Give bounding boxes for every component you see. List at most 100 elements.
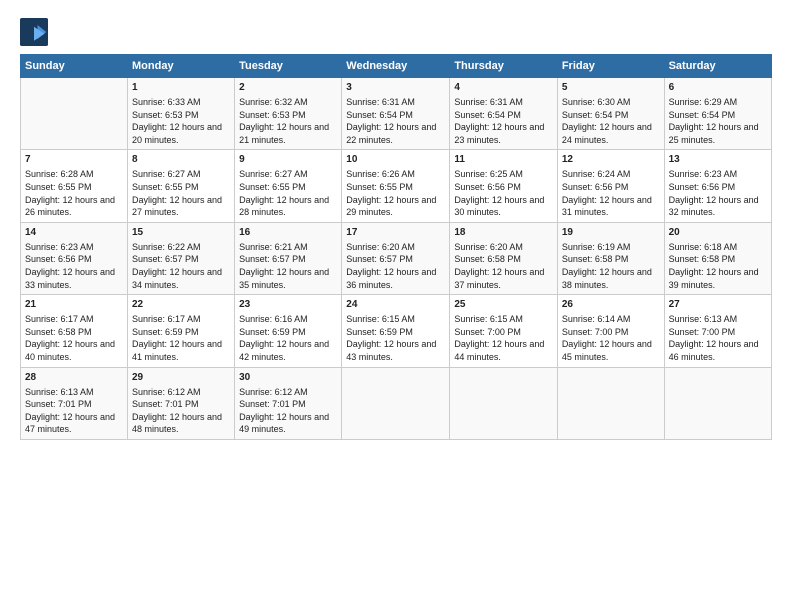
day-number: 29 xyxy=(132,371,230,385)
day-number: 30 xyxy=(239,371,337,385)
calendar-cell: 24Sunrise: 6:15 AMSunset: 6:59 PMDayligh… xyxy=(342,295,450,367)
sunset-text: Sunset: 7:01 PM xyxy=(25,399,92,409)
sunrise-text: Sunrise: 6:21 AM xyxy=(239,242,308,252)
daylight-text: Daylight: 12 hours and 42 minutes. xyxy=(239,339,329,362)
daylight-text: Daylight: 12 hours and 32 minutes. xyxy=(669,195,759,218)
day-number: 12 xyxy=(562,153,660,167)
sunset-text: Sunset: 6:57 PM xyxy=(346,254,413,264)
calendar-cell: 4Sunrise: 6:31 AMSunset: 6:54 PMDaylight… xyxy=(450,78,557,150)
daylight-text: Daylight: 12 hours and 21 minutes. xyxy=(239,122,329,145)
daylight-text: Daylight: 12 hours and 34 minutes. xyxy=(132,267,222,290)
day-number: 16 xyxy=(239,226,337,240)
sunrise-text: Sunrise: 6:20 AM xyxy=(454,242,523,252)
day-number: 25 xyxy=(454,298,552,312)
sunset-text: Sunset: 6:53 PM xyxy=(239,110,306,120)
daylight-text: Daylight: 12 hours and 23 minutes. xyxy=(454,122,544,145)
sunrise-text: Sunrise: 6:19 AM xyxy=(562,242,631,252)
sunrise-text: Sunrise: 6:12 AM xyxy=(239,387,308,397)
calendar-cell xyxy=(664,367,771,439)
calendar-cell: 9Sunrise: 6:27 AMSunset: 6:55 PMDaylight… xyxy=(235,150,342,222)
sunrise-text: Sunrise: 6:23 AM xyxy=(25,242,94,252)
daylight-text: Daylight: 12 hours and 40 minutes. xyxy=(25,339,115,362)
calendar-cell: 7Sunrise: 6:28 AMSunset: 6:55 PMDaylight… xyxy=(21,150,128,222)
day-number: 27 xyxy=(669,298,767,312)
sunrise-text: Sunrise: 6:17 AM xyxy=(132,314,201,324)
day-number: 23 xyxy=(239,298,337,312)
calendar-cell: 8Sunrise: 6:27 AMSunset: 6:55 PMDaylight… xyxy=(128,150,235,222)
day-number: 22 xyxy=(132,298,230,312)
day-number: 10 xyxy=(346,153,445,167)
day-number: 13 xyxy=(669,153,767,167)
sunrise-text: Sunrise: 6:28 AM xyxy=(25,169,94,179)
daylight-text: Daylight: 12 hours and 44 minutes. xyxy=(454,339,544,362)
calendar-cell: 26Sunrise: 6:14 AMSunset: 7:00 PMDayligh… xyxy=(557,295,664,367)
day-number: 19 xyxy=(562,226,660,240)
sunset-text: Sunset: 6:54 PM xyxy=(562,110,629,120)
calendar-week-5: 28 Sunrise: 6:13 AM Sunset: 7:01 PM Dayligh… xyxy=(21,367,772,439)
calendar-cell: 20Sunrise: 6:18 AMSunset: 6:58 PMDayligh… xyxy=(664,222,771,294)
sunset-text: Sunset: 6:56 PM xyxy=(669,182,736,192)
daylight-text: Daylight: 12 hours and 28 minutes. xyxy=(239,195,329,218)
calendar-week-1: 1Sunrise: 6:33 AMSunset: 6:53 PMDaylight… xyxy=(21,78,772,150)
header-day-monday: Monday xyxy=(128,55,235,78)
day-number: 2 xyxy=(239,81,337,95)
header-day-saturday: Saturday xyxy=(664,55,771,78)
daylight-text: Daylight: 12 hours and 29 minutes. xyxy=(346,195,436,218)
calendar-cell xyxy=(557,367,664,439)
sunset-text: Sunset: 6:58 PM xyxy=(669,254,736,264)
sunset-text: Sunset: 6:53 PM xyxy=(132,110,199,120)
sunrise-text: Sunrise: 6:13 AM xyxy=(25,387,94,397)
daylight-text: Daylight: 12 hours and 22 minutes. xyxy=(346,122,436,145)
day-number: 4 xyxy=(454,81,552,95)
daylight-text: Daylight: 12 hours and 48 minutes. xyxy=(132,412,222,435)
sunrise-text: Sunrise: 6:33 AM xyxy=(132,97,201,107)
sunset-text: Sunset: 6:57 PM xyxy=(239,254,306,264)
calendar-cell: 2Sunrise: 6:32 AMSunset: 6:53 PMDaylight… xyxy=(235,78,342,150)
header-row: SundayMondayTuesdayWednesdayThursdayFrid… xyxy=(21,55,772,78)
daylight-text: Daylight: 12 hours and 36 minutes. xyxy=(346,267,436,290)
calendar-cell: 11Sunrise: 6:25 AMSunset: 6:56 PMDayligh… xyxy=(450,150,557,222)
daylight-text: Daylight: 12 hours and 31 minutes. xyxy=(562,195,652,218)
calendar-cell: 28Sunrise: 6:13 AMSunset: 7:01 PMDayligh… xyxy=(21,367,128,439)
sunset-text: Sunset: 6:59 PM xyxy=(132,327,199,337)
calendar-week-3: 14Sunrise: 6:23 AMSunset: 6:56 PMDayligh… xyxy=(21,222,772,294)
sunset-text: Sunset: 6:58 PM xyxy=(25,327,92,337)
calendar-cell: 1Sunrise: 6:33 AMSunset: 6:53 PMDaylight… xyxy=(128,78,235,150)
day-number: 8 xyxy=(132,153,230,167)
sunset-text: Sunset: 7:00 PM xyxy=(669,327,736,337)
sunrise-text: Sunrise: 6:31 AM xyxy=(454,97,523,107)
sunrise-text: Sunrise: 6:15 AM xyxy=(454,314,523,324)
calendar-cell: 22Sunrise: 6:17 AMSunset: 6:59 PMDayligh… xyxy=(128,295,235,367)
day-number: 15 xyxy=(132,226,230,240)
header-day-friday: Friday xyxy=(557,55,664,78)
calendar-cell xyxy=(450,367,557,439)
daylight-text: Daylight: 12 hours and 27 minutes. xyxy=(132,195,222,218)
sunrise-text: Sunrise: 6:23 AM xyxy=(669,169,738,179)
day-number: 18 xyxy=(454,226,552,240)
daylight-text: Daylight: 12 hours and 43 minutes. xyxy=(346,339,436,362)
sunset-text: Sunset: 7:01 PM xyxy=(239,399,306,409)
sunset-text: Sunset: 6:55 PM xyxy=(25,182,92,192)
page: SundayMondayTuesdayWednesdayThursdayFrid… xyxy=(0,0,792,612)
sunrise-text: Sunrise: 6:20 AM xyxy=(346,242,415,252)
calendar-cell: 19Sunrise: 6:19 AMSunset: 6:58 PMDayligh… xyxy=(557,222,664,294)
calendar-week-2: 7Sunrise: 6:28 AMSunset: 6:55 PMDaylight… xyxy=(21,150,772,222)
daylight-text: Daylight: 12 hours and 26 minutes. xyxy=(25,195,115,218)
day-number: 11 xyxy=(454,153,552,167)
header-day-thursday: Thursday xyxy=(450,55,557,78)
calendar-cell xyxy=(342,367,450,439)
sunrise-text: Sunrise: 6:17 AM xyxy=(25,314,94,324)
daylight-text: Daylight: 12 hours and 46 minutes. xyxy=(669,339,759,362)
calendar-cell: 15Sunrise: 6:22 AMSunset: 6:57 PMDayligh… xyxy=(128,222,235,294)
calendar-cell: 17Sunrise: 6:20 AMSunset: 6:57 PMDayligh… xyxy=(342,222,450,294)
sunrise-text: Sunrise: 6:24 AM xyxy=(562,169,631,179)
sunset-text: Sunset: 6:58 PM xyxy=(454,254,521,264)
calendar-week-4: 21Sunrise: 6:17 AMSunset: 6:58 PMDayligh… xyxy=(21,295,772,367)
day-number: 5 xyxy=(562,81,660,95)
sunset-text: Sunset: 6:59 PM xyxy=(346,327,413,337)
day-number: 28 xyxy=(25,371,123,385)
calendar-cell: 14Sunrise: 6:23 AMSunset: 6:56 PMDayligh… xyxy=(21,222,128,294)
calendar-cell: 16Sunrise: 6:21 AMSunset: 6:57 PMDayligh… xyxy=(235,222,342,294)
sunrise-text: Sunrise: 6:22 AM xyxy=(132,242,201,252)
daylight-text: Daylight: 12 hours and 30 minutes. xyxy=(454,195,544,218)
